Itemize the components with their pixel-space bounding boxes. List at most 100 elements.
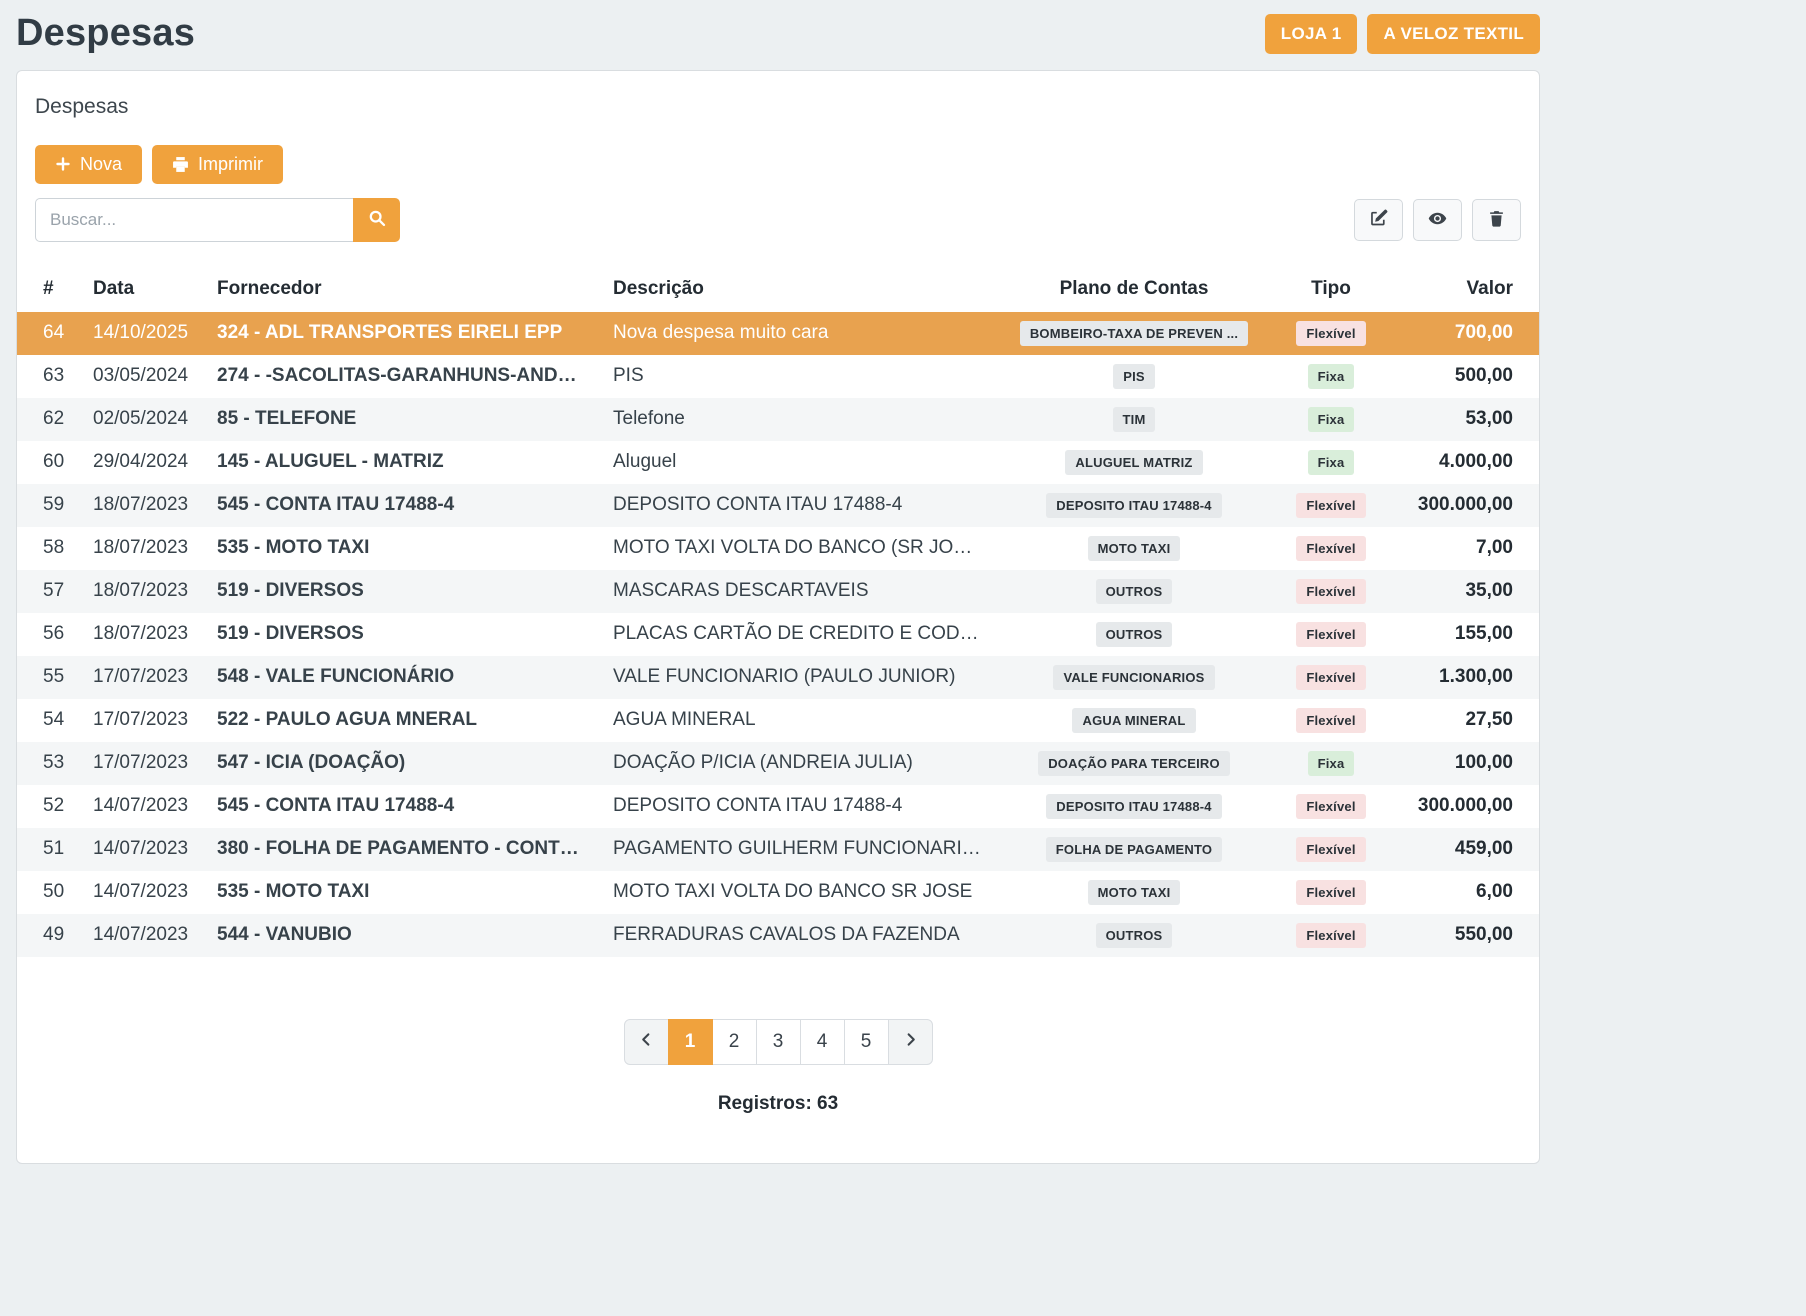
row-id: 63 [17, 355, 81, 398]
row-id: 60 [17, 441, 81, 484]
table-row[interactable]: 53 17/07/2023 547 - ICIA (DOAÇÃO) DOAÇÃO… [17, 742, 1539, 785]
account-plan-badge: VALE FUNCIONARIOS [1053, 665, 1214, 690]
row-description: FERRADURAS CAVALOS DA FAZENDA [601, 914, 995, 957]
row-date: 17/07/2023 [81, 742, 205, 785]
type-badge: Flexível [1296, 837, 1365, 862]
table-row[interactable]: 51 14/07/2023 380 - FOLHA DE PAGAMENTO -… [17, 828, 1539, 871]
row-date: 14/07/2023 [81, 914, 205, 957]
type-badge: Flexível [1296, 321, 1365, 346]
search-input[interactable] [35, 198, 353, 242]
account-plan-badge: DOAÇÃO PARA TERCEIRO [1038, 751, 1230, 776]
row-date: 14/07/2023 [81, 828, 205, 871]
row-type-cell: Flexível [1273, 613, 1389, 656]
row-supplier: 544 - VANUBIO [205, 914, 601, 957]
row-account-cell: DEPOSITO ITAU 17488-4 [995, 785, 1273, 828]
row-supplier: 545 - CONTA ITAU 17488-4 [205, 785, 601, 828]
table-row[interactable]: 50 14/07/2023 535 - MOTO TAXI MOTO TAXI … [17, 871, 1539, 914]
row-id: 56 [17, 613, 81, 656]
pagination-page-2[interactable]: 2 [712, 1019, 757, 1065]
row-date: 14/07/2023 [81, 871, 205, 914]
header-buttons: LOJA 1 A VELOZ TEXTIL [1265, 14, 1540, 54]
card-header: Despesas [17, 71, 1539, 139]
row-account-cell: MOTO TAXI [995, 871, 1273, 914]
plus-icon [55, 156, 71, 172]
row-type-cell: Flexível [1273, 656, 1389, 699]
table-row[interactable]: 62 02/05/2024 85 - TELEFONE Telefone TIM… [17, 398, 1539, 441]
edit-button[interactable] [1354, 199, 1403, 241]
type-badge: Flexível [1296, 708, 1365, 733]
row-id: 55 [17, 656, 81, 699]
row-description: PAGAMENTO GUILHERM FUNCIONARIO 10 DIAS [601, 828, 995, 871]
table-row[interactable]: 54 17/07/2023 522 - PAULO AGUA MNERAL AG… [17, 699, 1539, 742]
row-value: 300.000,00 [1389, 484, 1539, 527]
row-type-cell: Flexível [1273, 570, 1389, 613]
account-plan-badge: DEPOSITO ITAU 17488-4 [1046, 794, 1221, 819]
row-supplier: 535 - MOTO TAXI [205, 527, 601, 570]
search-button[interactable] [353, 198, 400, 242]
row-supplier: 145 - ALUGUEL - MATRIZ [205, 441, 601, 484]
table-row[interactable]: 59 18/07/2023 545 - CONTA ITAU 17488-4 D… [17, 484, 1539, 527]
account-plan-badge: FOLHA DE PAGAMENTO [1046, 837, 1222, 862]
row-type-cell: Flexível [1273, 527, 1389, 570]
type-badge: Fixa [1308, 407, 1355, 432]
account-plan-badge: MOTO TAXI [1088, 880, 1181, 905]
row-description: AGUA MINERAL [601, 699, 995, 742]
row-type-cell: Fixa [1273, 742, 1389, 785]
row-description: Telefone [601, 398, 995, 441]
row-value: 459,00 [1389, 828, 1539, 871]
records-count: Registros: 63 [35, 1093, 1521, 1115]
type-badge: Fixa [1308, 364, 1355, 389]
row-id: 57 [17, 570, 81, 613]
type-badge: Flexível [1296, 880, 1365, 905]
pagination-page-5[interactable]: 5 [844, 1019, 889, 1065]
table-row[interactable]: 58 18/07/2023 535 - MOTO TAXI MOTO TAXI … [17, 527, 1539, 570]
table-row[interactable]: 55 17/07/2023 548 - VALE FUNCIONÁRIO VAL… [17, 656, 1539, 699]
pagination-page-1[interactable]: 1 [668, 1019, 713, 1065]
new-expense-button[interactable]: Nova [35, 145, 142, 184]
table-row[interactable]: 52 14/07/2023 545 - CONTA ITAU 17488-4 D… [17, 785, 1539, 828]
new-expense-label: Nova [80, 154, 122, 175]
print-button[interactable]: Imprimir [152, 145, 283, 184]
pagination-page-4[interactable]: 4 [800, 1019, 845, 1065]
table-row[interactable]: 64 14/10/2025 324 - ADL TRANSPORTES EIRE… [17, 312, 1539, 355]
table-row[interactable]: 60 29/04/2024 145 - ALUGUEL - MATRIZ Alu… [17, 441, 1539, 484]
row-type-cell: Flexível [1273, 914, 1389, 957]
view-button[interactable] [1413, 199, 1462, 241]
row-account-cell: VALE FUNCIONARIOS [995, 656, 1273, 699]
company-button[interactable]: A VELOZ TEXTIL [1367, 14, 1540, 54]
row-date: 14/07/2023 [81, 785, 205, 828]
pagination-prev-button[interactable] [624, 1019, 669, 1065]
row-date: 03/05/2024 [81, 355, 205, 398]
search-group [35, 198, 400, 242]
store-button[interactable]: LOJA 1 [1265, 14, 1358, 54]
toolbar: Nova Imprimir [35, 145, 1521, 184]
table-row[interactable]: 49 14/07/2023 544 - VANUBIO FERRADURAS C… [17, 914, 1539, 957]
type-badge: Flexível [1296, 923, 1365, 948]
account-plan-badge: DEPOSITO ITAU 17488-4 [1046, 493, 1221, 518]
column-header-type: Tipo [1273, 266, 1389, 312]
row-id: 52 [17, 785, 81, 828]
row-account-cell: MOTO TAXI [995, 527, 1273, 570]
row-value: 155,00 [1389, 613, 1539, 656]
row-account-cell: TIM [995, 398, 1273, 441]
pagination-next-button[interactable] [888, 1019, 933, 1065]
delete-button[interactable] [1472, 199, 1521, 241]
row-account-cell: OUTROS [995, 914, 1273, 957]
type-badge: Fixa [1308, 450, 1355, 475]
row-supplier: 274 - -SACOLITAS-GARANHUNS-ANDRÉ PH… [205, 355, 601, 398]
table-row[interactable]: 56 18/07/2023 519 - DIVERSOS PLACAS CART… [17, 613, 1539, 656]
row-date: 18/07/2023 [81, 484, 205, 527]
row-date: 18/07/2023 [81, 527, 205, 570]
table-row[interactable]: 63 03/05/2024 274 - -SACOLITAS-GARANHUNS… [17, 355, 1539, 398]
type-badge: Flexível [1296, 622, 1365, 647]
row-account-cell: FOLHA DE PAGAMENTO [995, 828, 1273, 871]
row-account-cell: DEPOSITO ITAU 17488-4 [995, 484, 1273, 527]
pagination-page-3[interactable]: 3 [756, 1019, 801, 1065]
page-header: Despesas LOJA 1 A VELOZ TEXTIL [16, 8, 1540, 56]
table-row[interactable]: 57 18/07/2023 519 - DIVERSOS MASCARAS DE… [17, 570, 1539, 613]
controls-row [35, 198, 1521, 242]
despesas-card: Despesas Nova [16, 70, 1540, 1164]
row-date: 17/07/2023 [81, 699, 205, 742]
row-value: 6,00 [1389, 871, 1539, 914]
row-date: 14/10/2025 [81, 312, 205, 355]
